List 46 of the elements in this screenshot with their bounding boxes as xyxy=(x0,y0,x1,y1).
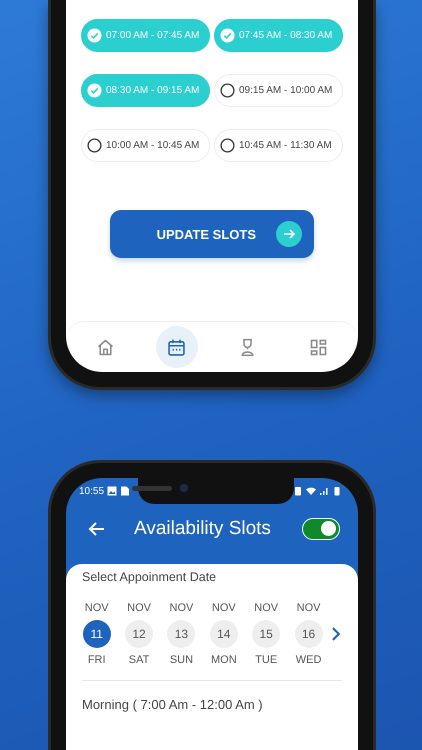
nav-tab[interactable] xyxy=(156,326,198,368)
check-icon xyxy=(87,83,102,98)
date-button[interactable]: 15 xyxy=(252,620,280,648)
weekday-label: SAT xyxy=(128,654,150,666)
back-arrow-icon[interactable] xyxy=(88,520,106,538)
time-slot-chip[interactable]: 09:15 AM - 10:00 AM xyxy=(214,74,343,107)
battery-icon xyxy=(332,486,342,496)
radio-icon xyxy=(220,83,235,98)
date-button[interactable]: 16 xyxy=(294,620,323,648)
date-button[interactable]: 12 xyxy=(125,620,154,648)
radio-icon xyxy=(87,138,102,153)
check-icon xyxy=(87,28,102,43)
time-slot-chip[interactable]: 10:45 AM - 11:30 AM xyxy=(214,129,343,162)
signal-icon xyxy=(319,486,329,496)
weekday-label: TUE xyxy=(255,654,278,666)
section-heading: Morning ( 7:00 Am - 12:00 Am ) xyxy=(82,697,264,712)
radio-icon xyxy=(220,138,235,153)
weekday-label: MON xyxy=(210,654,237,666)
month-label: NOV xyxy=(170,602,194,614)
home-icon xyxy=(95,336,116,358)
update-slots-button[interactable]: UPDATE SLOTS xyxy=(110,210,314,258)
weekday-label: SUN xyxy=(170,654,194,666)
time-slot-chip[interactable]: 10:00 AM - 10:45 AM xyxy=(81,129,210,162)
chevron-right-icon[interactable] xyxy=(330,626,342,642)
weekday-label: WED xyxy=(296,654,322,666)
grid-icon xyxy=(308,336,329,358)
calendar-icon xyxy=(166,336,187,358)
weekday-label: FRI xyxy=(88,654,106,666)
file-icon xyxy=(120,486,130,496)
availability-toggle[interactable] xyxy=(302,518,340,540)
battery-saver-icon xyxy=(293,486,303,496)
check-icon xyxy=(220,28,235,43)
screen-title: Availability Slots xyxy=(134,518,272,540)
status-time: 10:55 xyxy=(79,486,104,496)
wifi-icon xyxy=(306,486,316,496)
month-label: NOV xyxy=(84,602,109,614)
month-label: NOV xyxy=(212,602,236,614)
month-label: NOV xyxy=(296,602,320,614)
month-label: NOV xyxy=(127,602,151,614)
date-button[interactable]: 11 xyxy=(82,620,111,648)
month-label: NOV xyxy=(254,602,278,614)
speaker-grille xyxy=(132,486,172,491)
image-icon xyxy=(107,486,118,496)
date-button[interactable]: 13 xyxy=(167,620,196,648)
date-button[interactable]: 14 xyxy=(210,620,238,648)
date-label: Select Appoinment Date xyxy=(82,570,218,584)
